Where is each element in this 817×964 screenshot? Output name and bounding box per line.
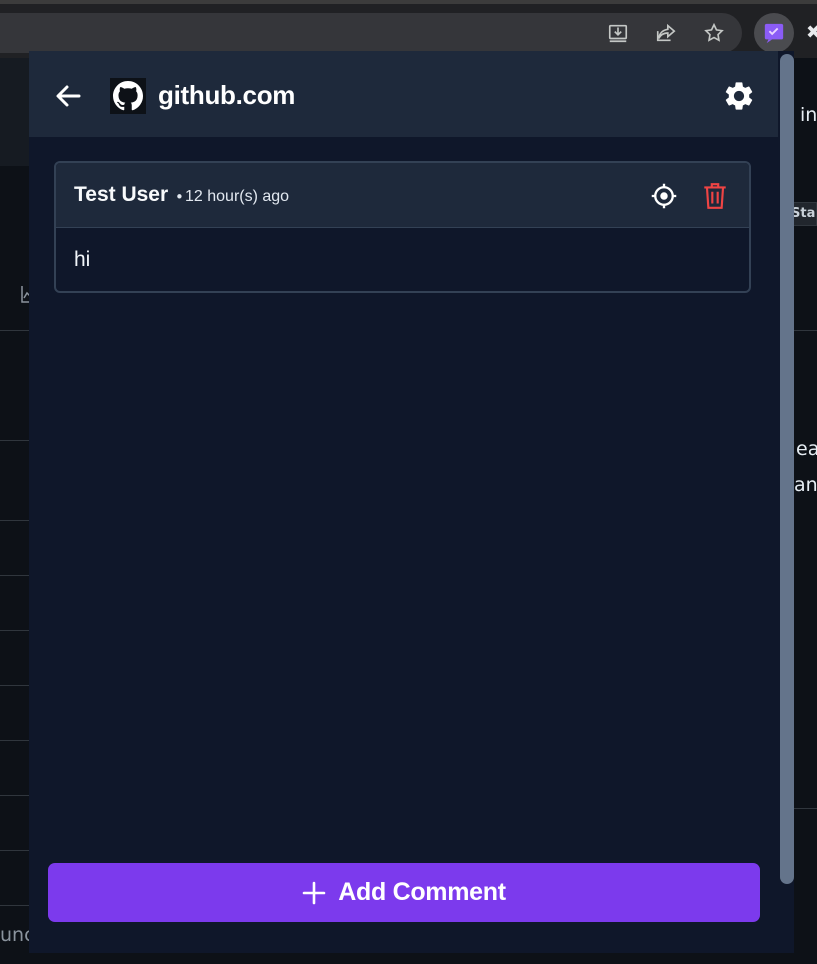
site-title: github.com — [158, 80, 296, 110]
bg-text-fragment: an — [794, 474, 817, 496]
bg-divider — [0, 685, 30, 686]
add-comment-label: Add Comment — [338, 878, 506, 906]
address-bar[interactable] — [0, 13, 742, 53]
bg-divider — [793, 808, 817, 809]
popup-header: github.com — [29, 51, 778, 137]
add-comment-button[interactable]: Add Comment — [48, 863, 760, 922]
bg-divider — [0, 905, 30, 906]
bookmark-star-icon[interactable] — [702, 21, 726, 45]
popup-scrollbar[interactable] — [780, 54, 794, 884]
comment-card: Test User • 12 hour(s) ago hi — [54, 161, 751, 293]
site-favicon — [110, 78, 146, 114]
bg-divider — [0, 575, 30, 576]
bg-divider — [0, 795, 30, 796]
gear-icon — [725, 82, 753, 110]
extensions-puzzle-icon[interactable]: ✖ — [806, 24, 817, 42]
browser-toolbar: ✖ — [0, 0, 817, 58]
bg-header-strip — [0, 58, 30, 166]
comment-extension-button[interactable] — [754, 13, 794, 53]
github-logo-icon — [113, 81, 143, 111]
comment-timestamp: 12 hour(s) ago — [185, 188, 290, 205]
back-arrow-icon — [56, 85, 81, 107]
plus-icon — [302, 881, 326, 904]
comment-author: Test User — [74, 183, 169, 206]
locate-icon — [651, 183, 677, 209]
bg-divider — [0, 520, 30, 521]
bg-text-fragment: in — [800, 104, 817, 126]
bg-text-fragment: ea — [796, 438, 817, 460]
locate-comment-button[interactable] — [650, 182, 678, 210]
back-button[interactable] — [53, 81, 83, 111]
share-icon[interactable] — [654, 21, 678, 45]
comments-popup: github.com Test User • 12 hour(s) ago hi… — [29, 51, 794, 953]
bg-divider — [0, 850, 30, 851]
delete-comment-button[interactable] — [702, 181, 728, 211]
comment-body: hi — [74, 248, 91, 271]
bg-divider — [0, 440, 30, 441]
comment-extension-icon — [764, 23, 784, 44]
bg-text-fragment: unc — [0, 924, 29, 946]
trash-icon — [704, 183, 726, 209]
bg-divider — [0, 740, 30, 741]
bg-divider — [0, 630, 30, 631]
bg-divider — [793, 330, 817, 331]
comment-separator: • — [175, 188, 184, 206]
comment-header: Test User • 12 hour(s) ago — [56, 163, 749, 228]
bg-divider — [0, 330, 30, 331]
install-app-icon[interactable] — [606, 21, 630, 45]
settings-button[interactable] — [722, 79, 756, 113]
